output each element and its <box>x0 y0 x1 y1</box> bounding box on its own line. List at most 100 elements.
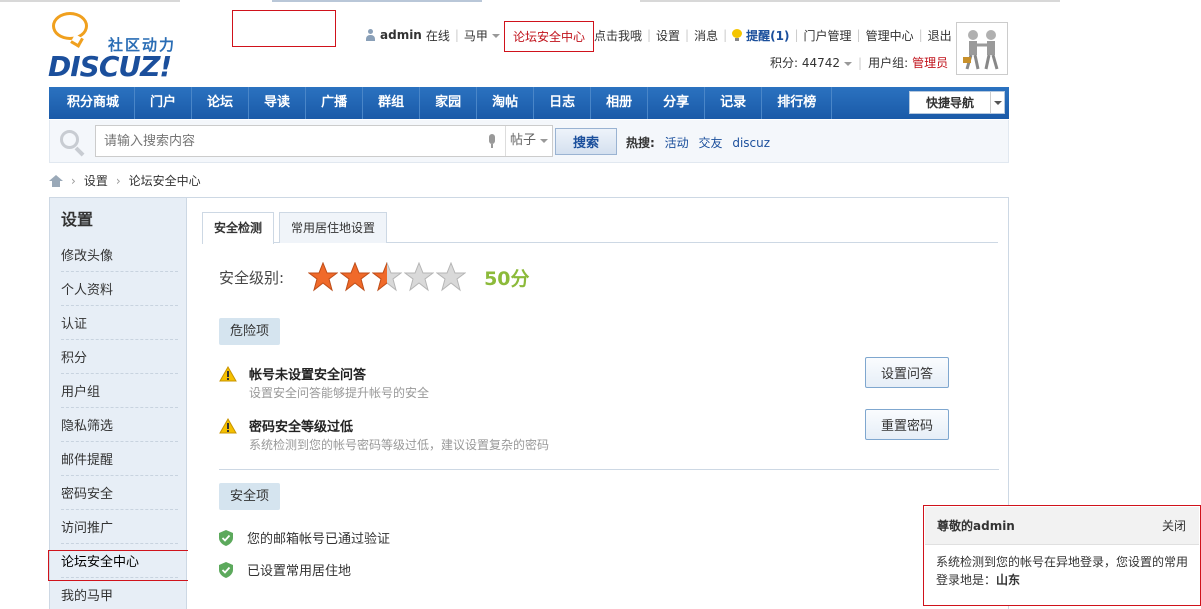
search-icon <box>60 130 86 157</box>
top-line <box>0 0 1201 3</box>
home-icon[interactable] <box>49 174 63 187</box>
risk-title: 密码安全等级过低 <box>249 420 354 435</box>
admin-center-link[interactable]: 管理中心 <box>866 27 914 44</box>
tab-residence[interactable]: 常用居住地设置 <box>279 212 388 243</box>
hot-search-link[interactable]: 交友 <box>698 136 722 150</box>
sidebar-item-promotion[interactable]: 访问推广 <box>61 510 178 544</box>
nav-item[interactable]: 相册 <box>591 87 649 119</box>
hot-label: 热搜: <box>626 136 655 150</box>
star-icon <box>339 261 371 292</box>
sidebar-item-usergroup[interactable]: 用户组 <box>61 374 178 408</box>
active-item-highlight <box>48 550 189 581</box>
nav-item[interactable]: 积分商城 <box>49 87 136 119</box>
star-icon <box>307 261 339 292</box>
user-bar: admin 在线 | 马甲 论坛安全中心 点击我哦 | 设置 | 消息 | 提醒… <box>365 20 952 52</box>
popup-close-button[interactable]: 关闭 <box>1162 507 1186 545</box>
chevron-down-icon[interactable] <box>990 92 1004 113</box>
warning-icon <box>219 418 237 434</box>
user-stats: 积分: 44742 | 用户组: 管理员 <box>770 54 949 71</box>
safety-center-link[interactable]: 论坛安全中心 <box>503 20 594 52</box>
divider <box>219 469 999 470</box>
site-logo[interactable]: 社区动力 DISCUZ! <box>48 12 188 83</box>
avatar-figures-icon <box>963 30 999 70</box>
logo-bubble-icon <box>52 12 88 40</box>
risk-desc: 设置安全问答能够提升帐号的安全 <box>249 386 430 400</box>
nav-item[interactable]: 排行榜 <box>762 87 833 119</box>
nav-item[interactable]: 广播 <box>306 87 364 119</box>
sidebar-item-mail-remind[interactable]: 邮件提醒 <box>61 442 178 476</box>
hot-search: 热搜: 活动 交友 discuz <box>626 134 770 151</box>
nav-item[interactable]: 日志 <box>534 87 592 119</box>
search-button[interactable]: 搜索 <box>555 128 617 155</box>
chevron-down-icon <box>540 138 549 143</box>
alias-menu[interactable]: 马甲 <box>464 27 500 44</box>
logo-en-text: DISCUZ! <box>48 50 172 83</box>
level-label: 安全级别: <box>219 268 285 287</box>
portal-manage-link[interactable]: 门户管理 <box>804 27 852 44</box>
sidebar-item-avatar[interactable]: 修改头像 <box>61 238 178 272</box>
shield-check-icon <box>219 561 233 578</box>
breadcrumb: › 设置 › 论坛安全中心 <box>49 172 201 189</box>
nav-item[interactable]: 淘帖 <box>477 87 535 119</box>
tab-bar: 安全检测 常用居住地设置 <box>202 210 998 244</box>
group-label: 用户组: <box>868 56 909 70</box>
chevron-down-icon <box>844 61 853 66</box>
safe-item-text: 您的邮箱帐号已通过验证 <box>247 532 391 547</box>
sidebar-item-credits[interactable]: 积分 <box>61 340 178 374</box>
settings-sidebar: 设置 修改头像 个人资料 认证 积分 用户组 隐私筛选 邮件提醒 密码安全 访问… <box>48 198 189 609</box>
nav-item[interactable]: 分享 <box>648 87 706 119</box>
hot-search-link[interactable]: discuz <box>732 136 770 150</box>
popup-place: 山东 <box>996 573 1021 587</box>
mic-icon[interactable] <box>488 134 496 148</box>
remind-link[interactable]: 提醒(1) <box>746 27 789 44</box>
star-icon <box>435 261 467 292</box>
sidebar-item-profile[interactable]: 个人资料 <box>61 272 178 306</box>
safe-item: 已设置常用居住地 <box>219 560 351 580</box>
danger-section-label: 危险项 <box>219 318 281 345</box>
star-rating <box>307 261 468 292</box>
avatar[interactable] <box>956 22 1008 75</box>
messages-link[interactable]: 消息 <box>694 27 718 44</box>
nav-item[interactable]: 导读 <box>249 87 307 119</box>
sidebar-title: 设置 <box>61 210 94 229</box>
logout-link[interactable]: 退出 <box>928 27 952 44</box>
breadcrumb-item[interactable]: 设置 <box>84 172 108 189</box>
hot-search-link[interactable]: 活动 <box>665 136 689 150</box>
nav-item[interactable]: 记录 <box>705 87 763 119</box>
reset-password-button[interactable]: 重置密码 <box>865 409 949 440</box>
online-status[interactable]: 在线 <box>426 27 450 44</box>
set-question-button[interactable]: 设置问答 <box>865 357 949 388</box>
search-type-select[interactable]: 帖子 <box>505 126 553 156</box>
quick-nav-button[interactable]: 快捷导航 <box>909 91 1005 114</box>
nav-item[interactable]: 门户 <box>135 87 193 119</box>
security-score: 50分 <box>484 267 530 290</box>
sidebar-item-password[interactable]: 密码安全 <box>61 476 178 510</box>
security-level: 安全级别: 50分 <box>219 261 530 292</box>
warning-icon <box>219 366 237 382</box>
nav-item[interactable]: 论坛 <box>192 87 250 119</box>
risk-desc: 系统检测到您的帐号密码等级过低，建议设置复杂的密码 <box>249 438 550 452</box>
settings-panel: 设置 修改头像 个人资料 认证 积分 用户组 隐私筛选 邮件提醒 密码安全 访问… <box>48 197 1009 609</box>
tab-security-check[interactable]: 安全检测 <box>202 212 275 244</box>
nav-item[interactable]: 家园 <box>420 87 478 119</box>
popup-header: 尊敬的admin 关闭 <box>925 507 1199 545</box>
risk-title: 帐号未设置安全问答 <box>249 368 367 383</box>
safety-content: 安全检测 常用居住地设置 安全级别: 50分 危险项 帐号未设置安全问答 设置安… <box>188 198 1008 609</box>
nav-item[interactable]: 群组 <box>363 87 421 119</box>
search-bar: 帖子 搜索 热搜: 活动 交友 discuz <box>49 120 1009 163</box>
sidebar-item-verify[interactable]: 认证 <box>61 306 178 340</box>
bulb-icon <box>732 29 743 41</box>
search-input[interactable] <box>95 125 553 157</box>
popup-body: 系统检测到您的帐号在异地登录，您设置的常用登录地是：山东 <box>924 546 1200 596</box>
settings-link[interactable]: 设置 <box>656 27 680 44</box>
sidebar-item-alias[interactable]: 我的马甲 <box>61 578 178 609</box>
residence-tab-highlight <box>232 10 336 47</box>
shield-check-icon <box>219 529 233 546</box>
username-link[interactable]: admin <box>380 28 422 42</box>
group-value[interactable]: 管理员 <box>912 54 948 71</box>
credits-menu[interactable]: 积分: 44742 <box>770 54 853 71</box>
star-icon <box>371 261 403 292</box>
safe-section-label: 安全项 <box>219 483 281 510</box>
sidebar-item-privacy[interactable]: 隐私筛选 <box>61 408 178 442</box>
ping-link[interactable]: 点击我哦 <box>594 27 642 44</box>
